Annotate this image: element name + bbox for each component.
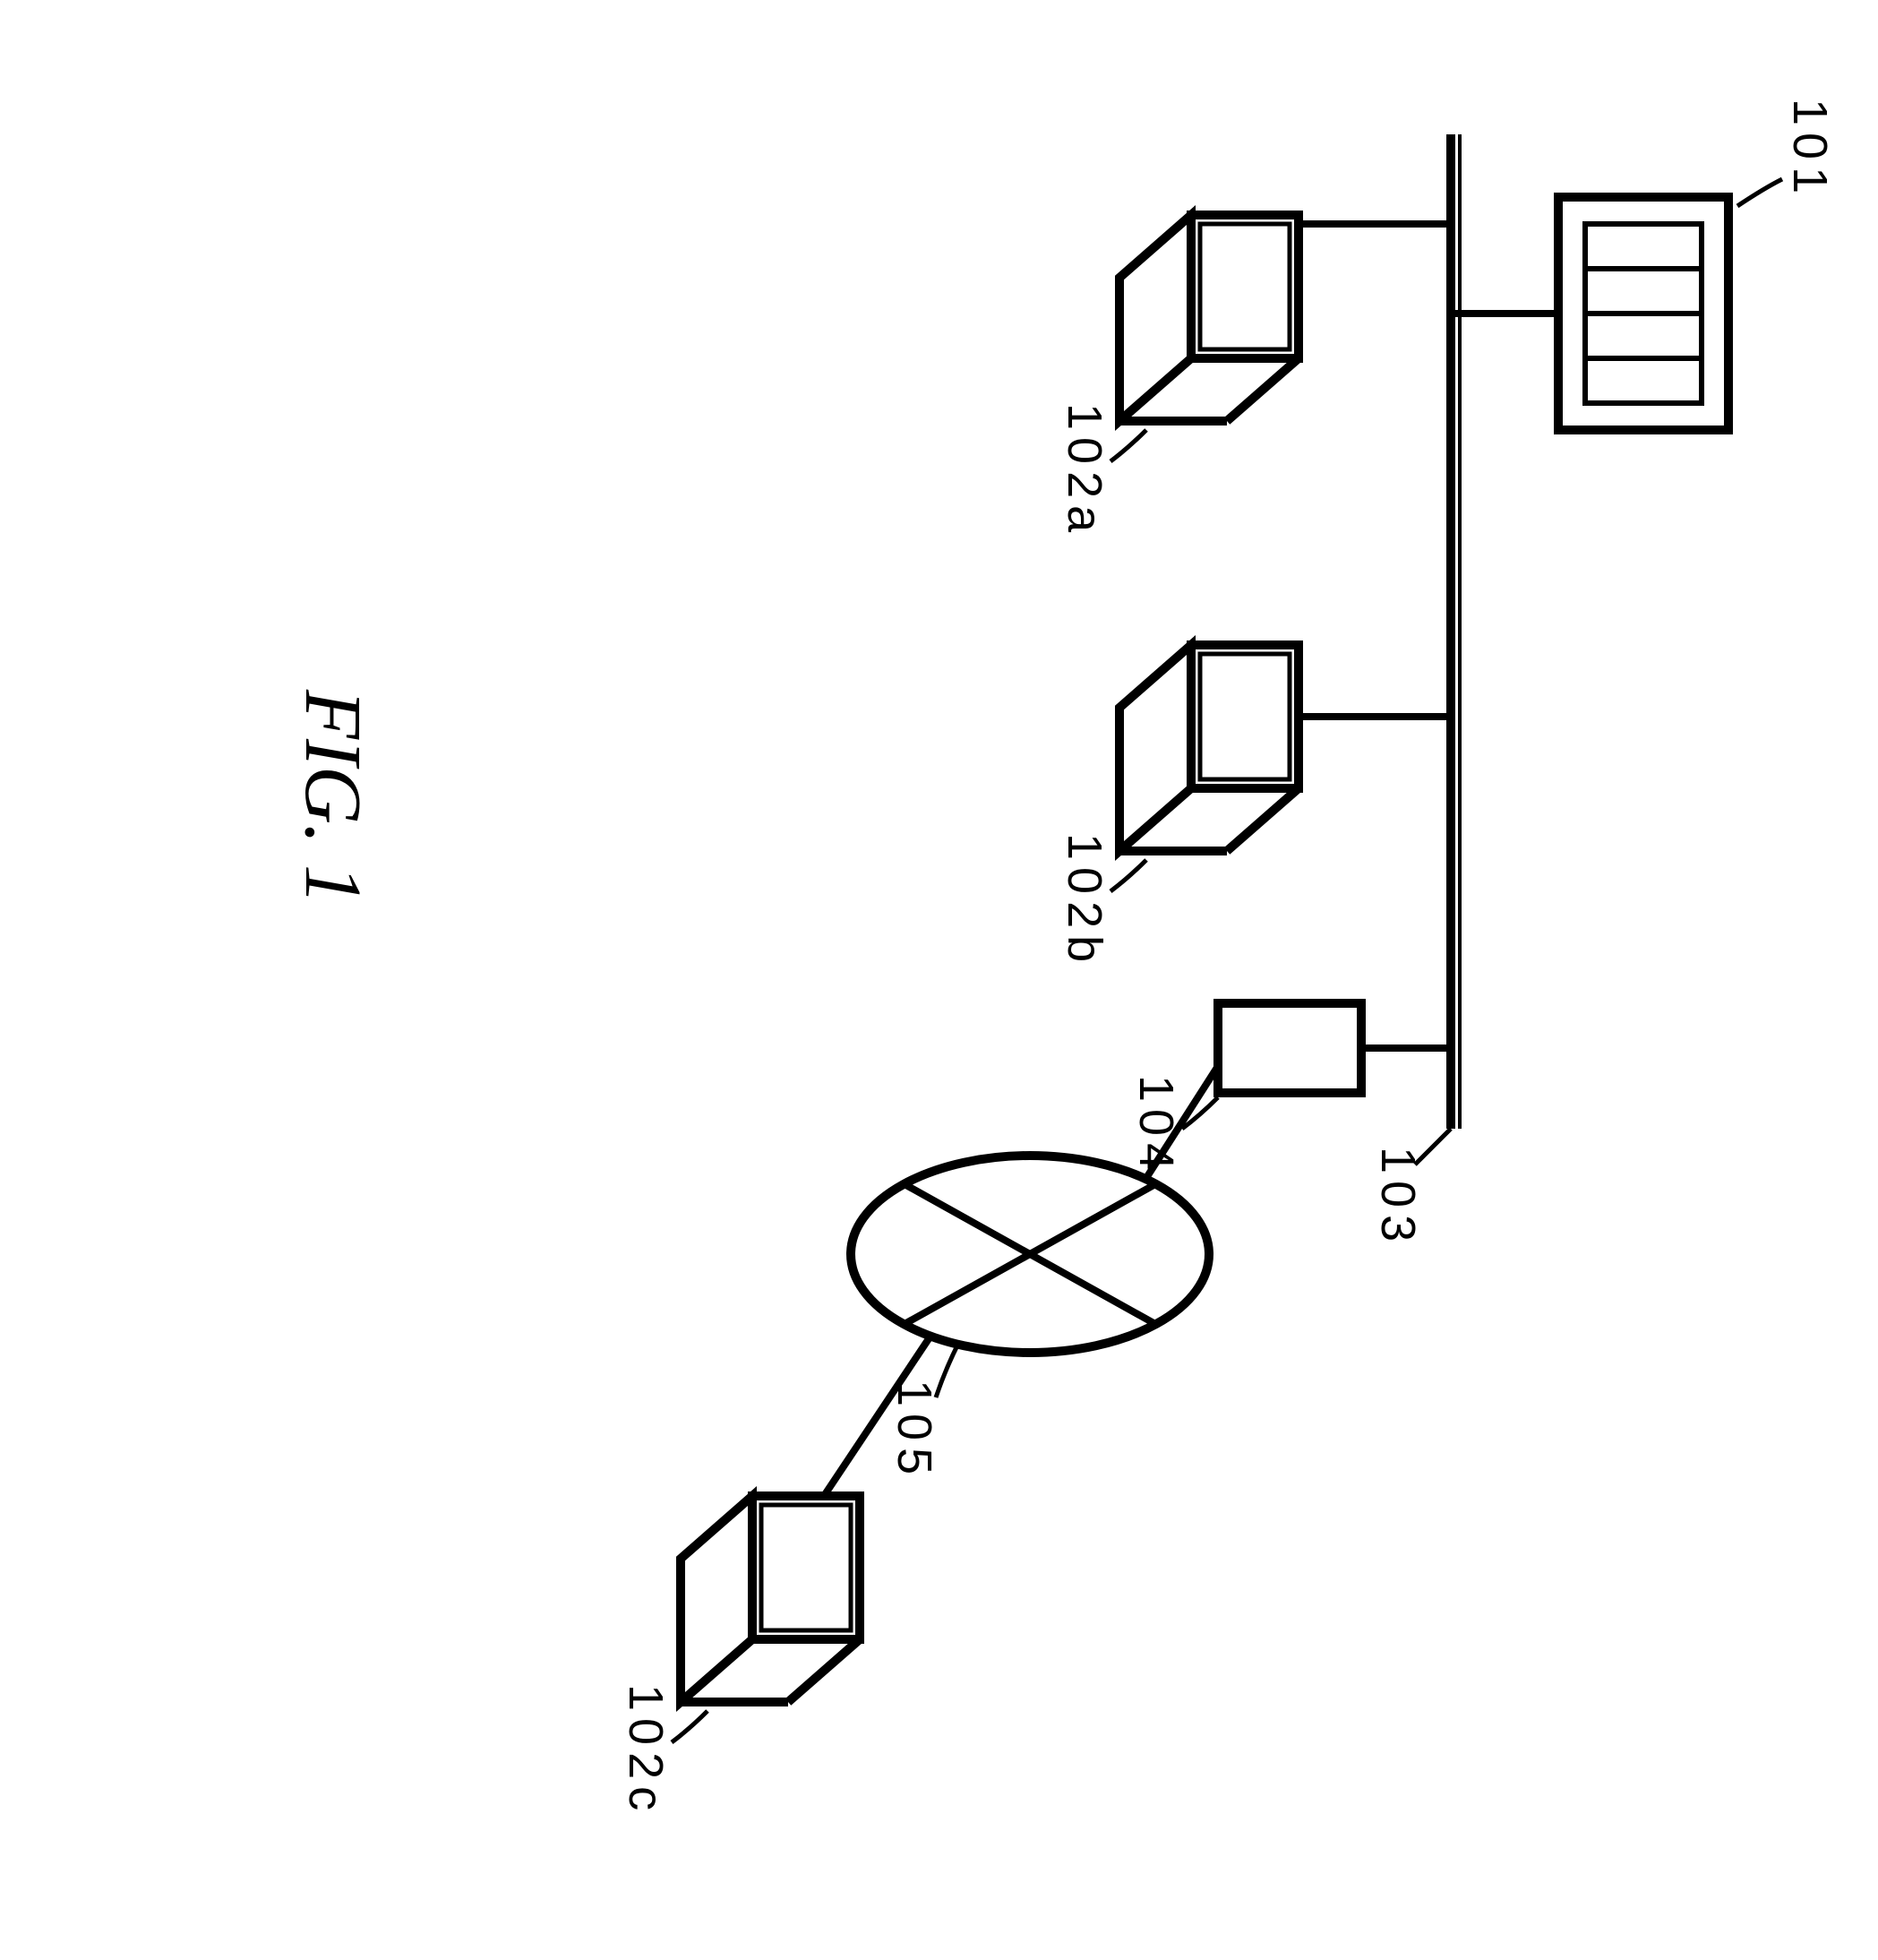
- label-client-c: 102c: [618, 1684, 673, 1818]
- client-b-icon: [1119, 645, 1299, 851]
- client-c-icon: [681, 1496, 860, 1702]
- network-diagram: 101 102a 102b 102c 103 104 105 FIG. 1: [45, 45, 1836, 1915]
- label-server: 101: [1782, 99, 1838, 201]
- router-icon: [1218, 1003, 1361, 1093]
- figure-caption: FIG. 1: [287, 690, 379, 905]
- label-cloud: 105: [887, 1380, 942, 1482]
- client-a-icon: [1119, 215, 1299, 421]
- label-bus: 103: [1370, 1147, 1426, 1249]
- label-client-b: 102b: [1057, 833, 1112, 969]
- diagram-svg: [45, 45, 1836, 1915]
- network-cloud-icon: [851, 1156, 1209, 1353]
- label-router: 104: [1128, 1075, 1184, 1177]
- label-client-a: 102a: [1057, 403, 1112, 539]
- server-icon: [1558, 197, 1728, 430]
